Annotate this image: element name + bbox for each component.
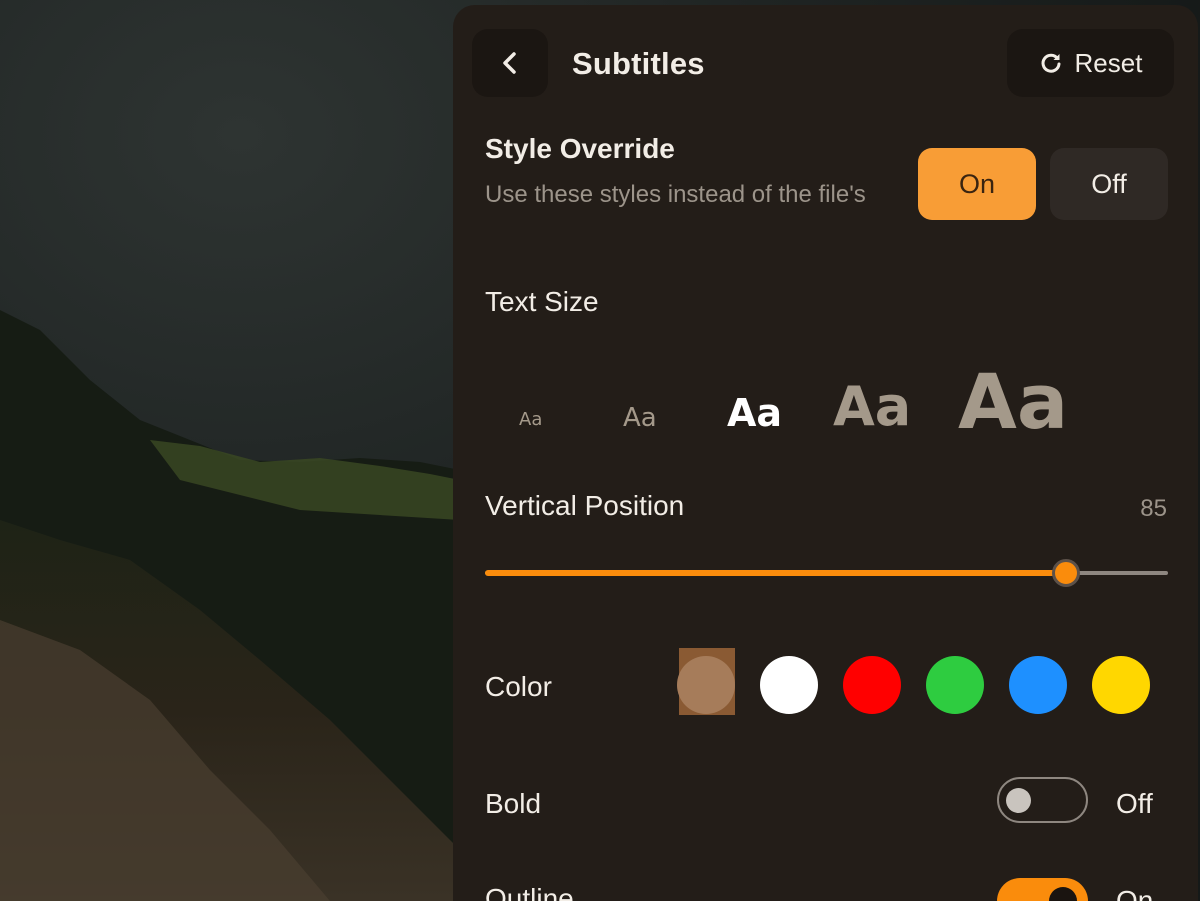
reset-label: Reset — [1074, 47, 1143, 78]
bold-title: Bold — [485, 788, 542, 819]
color-swatch-blue[interactable] — [1009, 656, 1067, 714]
panel-title: Subtitles — [572, 46, 705, 81]
subtitles-panel: Subtitles Reset Style Override Use these… — [453, 5, 1198, 901]
text-size-option-s[interactable]: Aa — [623, 403, 657, 433]
style-override-on-button[interactable]: On — [918, 148, 1036, 220]
vertical-position-slider[interactable] — [485, 558, 1168, 588]
vertical-position-title: Vertical Position — [485, 490, 685, 521]
slider-fill — [485, 570, 1066, 576]
back-button[interactable] — [472, 29, 548, 97]
text-size-option-xl[interactable]: Aa — [958, 357, 1068, 446]
outline-toggle[interactable] — [997, 878, 1088, 901]
style-override-title: Style Override — [485, 133, 675, 164]
outline-state-label: On — [1116, 885, 1154, 901]
chevron-left-icon — [503, 52, 516, 74]
toggle-knob — [1049, 887, 1077, 901]
color-swatch-red[interactable] — [843, 656, 901, 714]
bold-toggle[interactable] — [997, 777, 1088, 823]
text-size-option-m[interactable]: Aa — [727, 391, 782, 435]
slider-thumb[interactable] — [1051, 559, 1080, 587]
color-title: Color — [485, 671, 552, 702]
text-size-title: Text Size — [485, 286, 599, 317]
text-size-option-xs[interactable]: Aa — [519, 409, 542, 430]
color-swatch-green[interactable] — [926, 656, 984, 714]
toggle-knob — [1006, 788, 1031, 813]
style-override-description: Use these styles instead of the file's — [485, 181, 866, 208]
color-swatch-brown[interactable] — [677, 656, 735, 714]
refresh-icon — [1041, 53, 1061, 73]
style-override-off-button[interactable]: Off — [1050, 148, 1168, 220]
reset-button[interactable]: Reset — [1007, 29, 1174, 97]
color-swatch-white[interactable] — [760, 656, 818, 714]
vertical-position-value: 85 — [1140, 495, 1167, 522]
bold-state-label: Off — [1116, 788, 1153, 819]
outline-title: Outline — [485, 883, 574, 901]
color-swatch-yellow[interactable] — [1092, 656, 1150, 714]
text-size-option-l[interactable]: Aa — [833, 375, 911, 438]
